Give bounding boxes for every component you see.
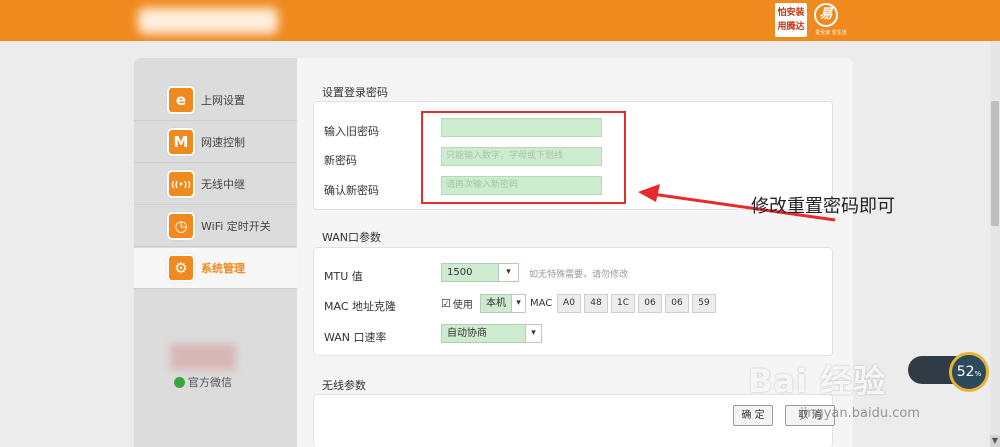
yi-logo-subtitle: 爱全家 爱生活 xyxy=(815,30,847,36)
brand-logo-blurred xyxy=(138,8,278,34)
sidebar-item-wifi-timer[interactable]: ◷ WiFi 定时开关 xyxy=(134,206,297,247)
speed-gauge[interactable]: 52% xyxy=(949,352,989,392)
mac-address-fields: A0 48 1C 06 06 59 xyxy=(557,294,719,313)
gauge-value: 52 xyxy=(956,364,975,380)
wan-speed-label: WAN 口速率 xyxy=(324,331,387,344)
sidebar-item-speed-control[interactable]: M 网速控制 xyxy=(134,122,297,163)
wan-speed-value: 自动协商 xyxy=(447,328,487,339)
tenda-badge: 怕安装 用腾达 xyxy=(774,2,808,38)
sidebar-item-label: 网速控制 xyxy=(201,136,245,149)
badge-line-2: 用腾达 xyxy=(777,22,805,32)
top-bar: 怕安装 用腾达 易 爱全家 爱生活 xyxy=(0,0,1000,41)
mac-octet-field[interactable]: A0 xyxy=(557,294,581,313)
system-gear-icon: ⚙ xyxy=(167,254,195,282)
confirm-password-label: 确认新密码 xyxy=(324,184,379,197)
wechat-label: 官方微信 xyxy=(188,376,232,389)
sidebar-item-label: 无线中继 xyxy=(201,178,245,191)
yi-logo-icon: 易 xyxy=(814,3,838,27)
scroll-down-arrow-icon[interactable]: ▼ xyxy=(990,435,1000,447)
wireless-relay-icon: ((•)) xyxy=(167,170,195,198)
sidebar-item-wireless-relay[interactable]: ((•)) 无线中继 xyxy=(134,164,297,205)
mac-use-label: 使用 xyxy=(452,300,473,311)
official-wechat: 官方微信 xyxy=(174,374,232,390)
section-title-wireless: 无线参数 xyxy=(322,379,366,392)
sidebar: e 上网设置 M 网速控制 ((•)) 无线中继 ◷ WiFi 定时开关 ⚙ 系… xyxy=(134,58,297,447)
mac-octet-field[interactable]: 06 xyxy=(665,294,689,313)
gauge-unit: % xyxy=(974,370,982,378)
chevron-down-icon: ▾ xyxy=(525,325,541,342)
mtu-hint: 如无特殊需要，请勿修改 xyxy=(529,270,629,280)
mac-clone-label: MAC 地址克隆 xyxy=(324,300,396,313)
mac-source-select[interactable]: 本机 ▾ xyxy=(480,294,526,313)
mac-octet-field[interactable]: 06 xyxy=(638,294,662,313)
mtu-value: 1500 xyxy=(447,267,473,278)
sidebar-item-label: WiFi 定时开关 xyxy=(201,220,271,233)
watermark-url: jingyan.baidu.com xyxy=(800,406,920,421)
sidebar-item-label: 系统管理 xyxy=(201,262,245,275)
speed-control-icon: M xyxy=(167,128,195,156)
qr-code-blurred xyxy=(170,344,236,370)
wechat-icon xyxy=(174,376,185,388)
wifi-timer-icon: ◷ xyxy=(167,212,195,240)
wan-speed-select[interactable]: 自动协商 ▾ xyxy=(441,324,542,343)
annotation-text: 修改重置密码即可 xyxy=(751,196,895,217)
checkbox-checked-icon[interactable]: ☑ xyxy=(441,297,451,310)
mtu-select[interactable]: 1500 ▾ xyxy=(441,263,519,282)
sidebar-item-internet-settings[interactable]: e 上网设置 xyxy=(134,80,297,121)
badge-line-1: 怕安装 xyxy=(777,8,805,18)
mac-octet-field[interactable]: 59 xyxy=(692,294,716,313)
mac-source-value: 本机 xyxy=(486,298,506,309)
section-title-login-password: 设置登录密码 xyxy=(322,86,388,99)
page-scrollbar[interactable]: ▼ xyxy=(990,41,1000,447)
mac-octet-field[interactable]: 1C xyxy=(611,294,635,313)
wan-panel: MTU 值 1500 ▾ 如无特殊需要，请勿修改 MAC 地址克隆 ☑ 使用 本… xyxy=(313,247,833,356)
old-password-label: 输入旧密码 xyxy=(324,125,379,138)
mac-octet-field[interactable]: 48 xyxy=(584,294,608,313)
scrollbar-thumb[interactable] xyxy=(991,101,999,226)
new-password-label: 新密码 xyxy=(324,154,357,167)
internet-e-icon: e xyxy=(167,86,195,114)
ok-button[interactable]: 确 定 xyxy=(733,405,773,426)
sidebar-item-label: 上网设置 xyxy=(201,94,245,107)
mtu-label: MTU 值 xyxy=(324,270,363,283)
chevron-down-icon: ▾ xyxy=(498,264,518,281)
highlight-box xyxy=(421,111,626,204)
mac-clone-controls: ☑ 使用 xyxy=(441,294,473,313)
sidebar-item-system-management[interactable]: ⚙ 系统管理 xyxy=(134,248,297,289)
chevron-down-icon: ▾ xyxy=(511,295,525,312)
section-title-wan: WAN口参数 xyxy=(322,231,382,244)
baidu-watermark: Bai 经验 xyxy=(748,362,887,400)
mac-prefix-label: MAC xyxy=(530,298,553,309)
